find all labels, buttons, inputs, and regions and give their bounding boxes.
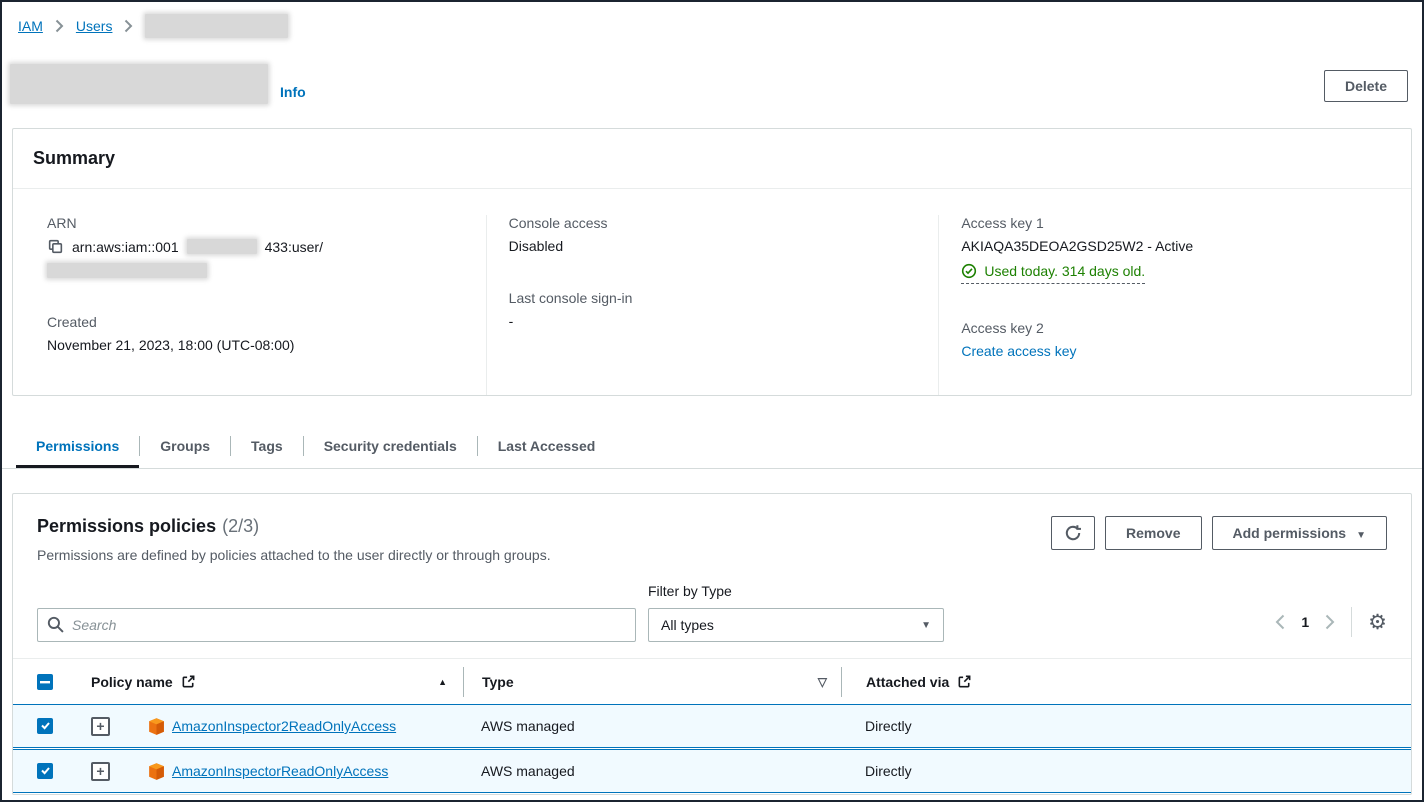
pagination: 1 ⚙ [1275,607,1387,642]
permissions-policies-card: Permissions policies(2/3) Permissions ar… [12,493,1412,795]
managed-policy-icon [147,717,166,736]
tab-last-accessed[interactable]: Last Accessed [478,424,616,468]
arn-account-redacted [187,239,257,254]
console-access-label: Console access [509,215,919,231]
arn-label: ARN [47,215,466,231]
delete-button[interactable]: Delete [1324,70,1408,102]
policies-actions: Remove Add permissions▼ [1051,516,1387,550]
created-value: November 21, 2023, 18:00 (UTC-08:00) [47,337,466,353]
divider [1351,607,1352,637]
summary-column-3: Access key 1 AKIAQA35DEOA2GSD25W2 - Acti… [938,215,1391,395]
summary-grid: ARN arn:aws:iam::001 433:user/ Created No… [13,189,1411,395]
policy-type-cell: AWS managed [463,718,841,734]
search-box [37,608,636,642]
attached-via-cell: Directly [841,718,1411,734]
policy-name-link[interactable]: AmazonInspector2ReadOnlyAccess [172,718,396,734]
add-permissions-button[interactable]: Add permissions▼ [1212,516,1388,550]
table-header: Policy name ▲ Type ▽ Attached via [13,658,1411,704]
type-filter-select[interactable]: All types ▼ [648,608,944,642]
current-page-number[interactable]: 1 [1301,614,1309,630]
breadcrumb-iam-link[interactable]: IAM [18,18,43,34]
page-title-redacted [10,64,268,104]
tab-bar: Permissions Groups Tags Security credent… [2,424,1422,469]
info-link[interactable]: Info [280,84,306,100]
type-filter-group: Filter by Type All types ▼ [648,583,944,642]
policy-name-link[interactable]: AmazonInspectorReadOnlyAccess [172,763,388,779]
arn-value-prefix: arn:aws:iam::001 [72,239,179,255]
external-link-icon [957,674,972,689]
type-filter-value: All types [661,617,714,633]
summary-column-1: ARN arn:aws:iam::001 433:user/ Created No… [33,215,486,395]
sort-ascending-icon[interactable]: ▲ [438,677,447,687]
caret-down-icon: ▼ [921,620,931,631]
access-key1-value: AKIAQA35DEOA2GSD25W2 - Active [961,238,1371,254]
iam-user-detail-page: IAM Users Info Delete Summary ARN [0,0,1424,802]
tab-tags[interactable]: Tags [231,424,303,468]
tab-permissions[interactable]: Permissions [16,424,139,468]
column-attached-via[interactable]: Attached via [866,674,949,690]
arn-field: ARN arn:aws:iam::001 433:user/ [47,215,466,278]
summary-title: Summary [33,148,1391,169]
column-type[interactable]: Type [482,674,514,690]
access-key1-status[interactable]: Used today. 314 days old. [961,263,1145,284]
type-filter-label: Filter by Type [648,583,944,599]
access-key1-status-text: Used today. 314 days old. [984,263,1145,279]
summary-card: Summary ARN arn:aws:iam::001 433:user/ Cr… [12,128,1412,396]
created-field: Created November 21, 2023, 18:00 (UTC-08… [47,314,466,353]
policies-description: Permissions are defined by policies atta… [37,547,551,563]
external-link-icon [181,674,196,689]
chevron-right-icon [124,19,133,33]
check-circle-icon [961,263,977,279]
summary-card-header: Summary [13,129,1411,189]
console-access-value: Disabled [509,238,919,254]
refresh-button[interactable] [1051,516,1095,550]
select-all-checkbox[interactable] [37,674,53,690]
column-policy-name[interactable]: Policy name [91,674,173,690]
table-row: + AmazonInspectorReadOnlyAccess AWS mana… [13,749,1411,793]
created-label: Created [47,314,466,330]
table-row: + AmazonInspector2ReadOnlyAccess AWS man… [13,704,1411,748]
arn-username-redacted [47,263,207,278]
column-filter-icon[interactable]: ▽ [818,675,827,689]
search-icon [47,616,64,638]
tab-groups[interactable]: Groups [140,424,230,468]
copy-icon[interactable] [47,238,64,255]
policies-header: Permissions policies(2/3) Permissions ar… [13,494,1411,563]
expand-row-button[interactable]: + [91,762,110,781]
caret-down-icon: ▼ [1356,530,1366,541]
settings-gear-icon[interactable]: ⚙ [1368,612,1387,633]
breadcrumb-users-link[interactable]: Users [76,18,113,34]
filter-row: Filter by Type All types ▼ 1 ⚙ [13,563,1411,658]
attached-via-cell: Directly [841,763,1411,779]
access-key2-field: Access key 2 Create access key [961,320,1371,359]
breadcrumb-current-user-redacted [145,14,288,38]
access-key1-label: Access key 1 [961,215,1371,231]
last-signin-label: Last console sign-in [509,290,919,306]
last-signin-field: Last console sign-in - [509,290,919,329]
remove-button[interactable]: Remove [1105,516,1201,550]
console-access-field: Console access Disabled [509,215,919,254]
search-input[interactable] [37,608,636,642]
previous-page-icon[interactable] [1275,614,1285,630]
managed-policy-icon [147,762,166,781]
next-page-icon[interactable] [1325,614,1335,630]
arn-value-mid: 433:user/ [265,239,323,255]
chevron-right-icon [55,19,64,33]
policies-title: Permissions policies(2/3) [37,516,551,537]
summary-column-2: Console access Disabled Last console sig… [486,215,939,395]
page-header: Info Delete [10,64,1408,104]
tab-security-credentials[interactable]: Security credentials [304,424,477,468]
access-key2-label: Access key 2 [961,320,1371,336]
row-checkbox-checked[interactable] [37,763,53,779]
access-key1-field: Access key 1 AKIAQA35DEOA2GSD25W2 - Acti… [961,215,1371,284]
last-signin-value: - [509,313,919,329]
breadcrumb: IAM Users [2,2,1422,38]
row-checkbox-checked[interactable] [37,718,53,734]
policy-type-cell: AWS managed [463,763,841,779]
policies-count: (2/3) [222,516,259,536]
create-access-key-link[interactable]: Create access key [961,343,1076,359]
expand-row-button[interactable]: + [91,717,110,736]
refresh-icon [1064,524,1082,542]
